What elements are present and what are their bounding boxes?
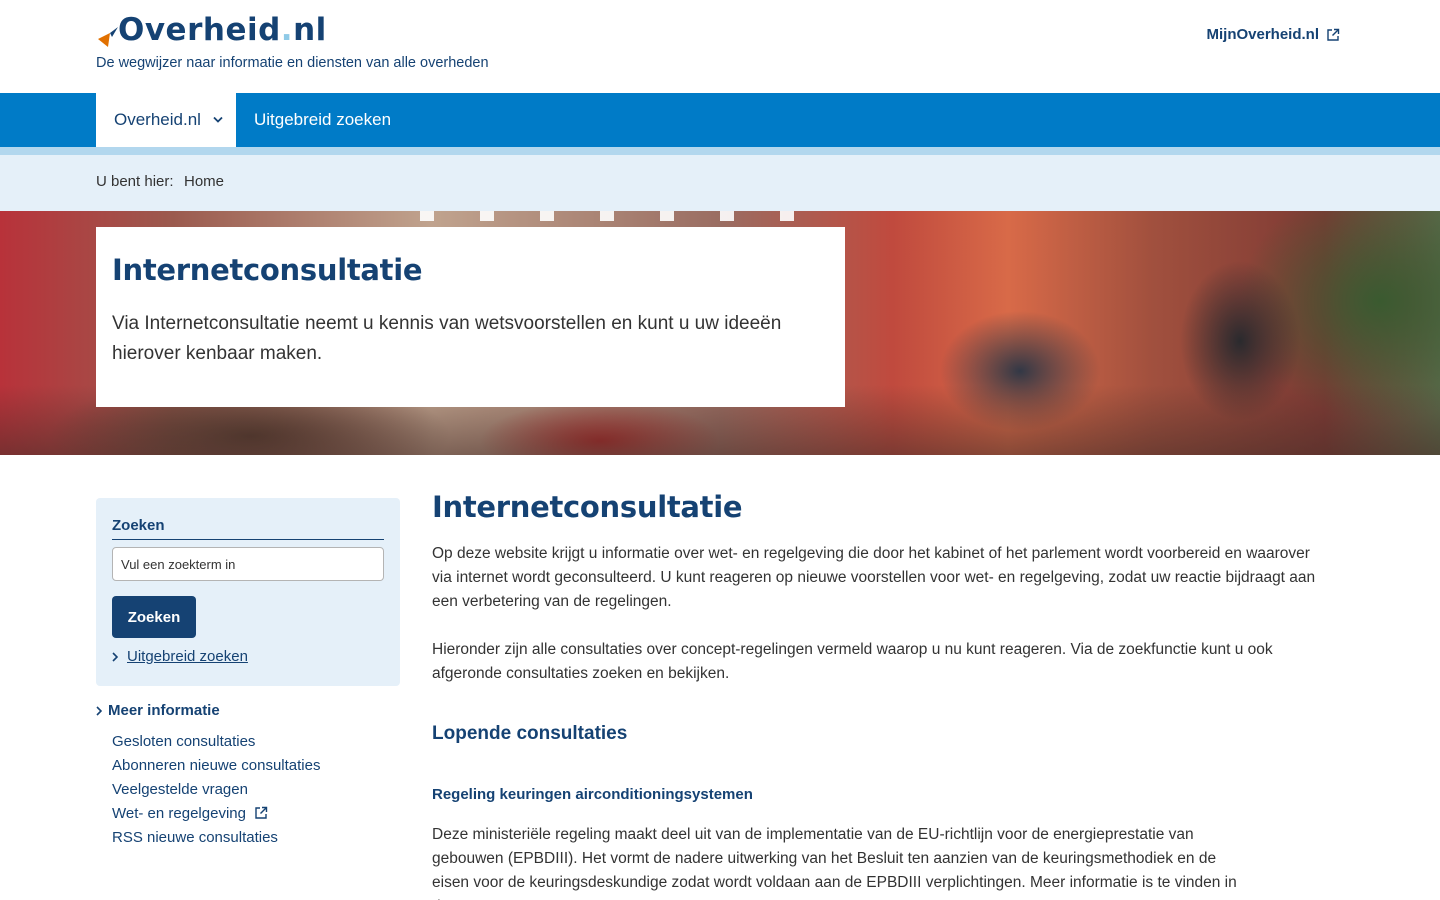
- hero-photo-lights: [420, 211, 820, 221]
- sidebar-link-regelgeving[interactable]: Wet- en regelgeving: [112, 801, 320, 825]
- hero-banner: Internetconsultatie Via Internetconsulta…: [0, 211, 1440, 455]
- nav-item-overheid[interactable]: Overheid.nl: [96, 93, 236, 147]
- chevron-right-icon: [112, 651, 118, 662]
- chevron-right-icon: [96, 705, 102, 716]
- breadcrumb: U bent hier: Home: [0, 155, 1440, 211]
- external-link-icon: [1327, 28, 1340, 41]
- consultation-description: Deze ministeriële regeling maakt deel ui…: [432, 826, 1237, 900]
- external-link-icon: [255, 806, 268, 819]
- nav-item-overheid-label: Overheid.nl: [114, 110, 201, 129]
- sidebar-link-label: RSS nieuwe consultaties: [112, 828, 278, 846]
- nav-item-uitgebreid-zoeken[interactable]: Uitgebreid zoeken: [254, 93, 391, 147]
- logo-wordmark: Overheid.nl: [118, 12, 327, 48]
- nav-accent-strip: [0, 147, 1440, 155]
- advanced-search-link[interactable]: Uitgebreid zoeken: [112, 648, 248, 665]
- sidebar-link-abonneren[interactable]: Abonneren nieuwe consultaties: [112, 753, 320, 777]
- meer-informatie-label: Meer informatie: [108, 702, 220, 719]
- main-content: Internetconsultatie Op deze website krij…: [432, 490, 1332, 900]
- mijnoverheid-label: MijnOverheid.nl: [1206, 26, 1319, 43]
- consultation-title-link[interactable]: Regeling keuringen airconditioningsystem…: [432, 786, 753, 803]
- sidebar-link-vragen[interactable]: Veelgestelde vragen: [112, 777, 320, 801]
- intro-paragraph: Op deze website krijgt u informatie over…: [432, 545, 1316, 610]
- overheid-logo-icon: [96, 13, 124, 47]
- hero-card: Internetconsultatie Via Internetconsulta…: [96, 227, 845, 407]
- breadcrumb-label: U bent hier:: [96, 173, 174, 190]
- site-header: Overheid.nl De wegwijzer naar informatie…: [0, 0, 1440, 93]
- search-button[interactable]: Zoeken: [112, 596, 196, 638]
- sidebar-link-label: Gesloten consultaties: [112, 732, 256, 750]
- page-title: Internetconsultatie: [432, 490, 743, 524]
- sidebar-link-label: Abonneren nieuwe consultaties: [112, 756, 321, 774]
- sidebar-link-gesloten[interactable]: Gesloten consultaties: [112, 729, 320, 753]
- sidebar-link-label: Wet- en regelgeving: [112, 804, 246, 822]
- section-title-lopende: Lopende consultaties: [432, 723, 628, 744]
- logo-tld: nl: [293, 12, 327, 48]
- info-paragraph: Hieronder zijn alle consultaties over co…: [432, 641, 1273, 682]
- chevron-down-icon: [213, 116, 223, 123]
- sidebar-link-rss[interactable]: RSS nieuwe consultaties: [112, 825, 320, 849]
- logo-text-main: Overheid: [118, 12, 281, 48]
- site-tagline: De wegwijzer naar informatie en diensten…: [96, 55, 489, 71]
- advanced-search-label: Uitgebreid zoeken: [127, 648, 248, 665]
- main-navigation: Overheid.nl Uitgebreid zoeken: [0, 93, 1440, 147]
- search-label: Zoeken: [112, 517, 384, 540]
- search-panel: Zoeken Zoeken Uitgebreid zoeken: [96, 498, 400, 686]
- sidebar-link-label: Veelgestelde vragen: [112, 780, 248, 798]
- logo-dot: .: [280, 12, 294, 48]
- breadcrumb-home[interactable]: Home: [184, 173, 224, 190]
- meer-informatie-heading[interactable]: Meer informatie: [96, 702, 220, 719]
- meer-informatie-list: Gesloten consultaties Abonneren nieuwe c…: [112, 729, 320, 849]
- hero-text: Via Internetconsultatie neemt u kennis v…: [112, 313, 782, 364]
- site-logo[interactable]: Overheid.nl: [96, 12, 327, 48]
- hero-title: Internetconsultatie: [112, 253, 423, 287]
- mijnoverheid-link[interactable]: MijnOverheid.nl: [1206, 26, 1340, 43]
- search-input[interactable]: [112, 547, 384, 581]
